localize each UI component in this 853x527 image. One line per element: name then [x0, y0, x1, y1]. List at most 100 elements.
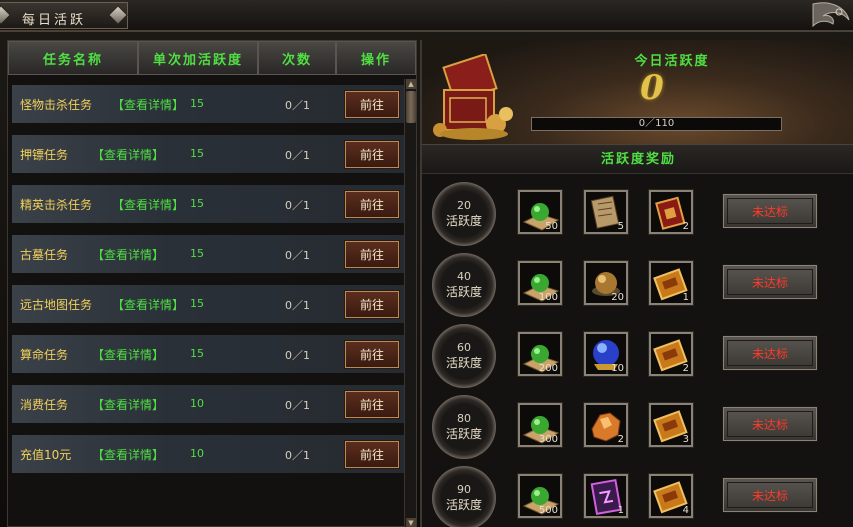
- item-quantity: 1: [682, 292, 689, 303]
- task-row: 怪物击杀任务 【查看详情】 15 0／1 前往: [12, 85, 404, 123]
- tier-label: 活跃度: [445, 214, 482, 228]
- fund-ticket-icon[interactable]: 4: [648, 473, 694, 519]
- fund-ticket-icon[interactable]: 2: [648, 331, 694, 377]
- view-details-link[interactable]: 【查看详情】: [112, 96, 184, 113]
- tier-threshold-badge: 60 活跃度: [432, 324, 496, 388]
- task-name: 充值10元: [20, 448, 72, 462]
- claim-status-text: 未达标: [751, 204, 788, 219]
- green-gem-bag-icon[interactable]: 300: [517, 402, 563, 448]
- item-quantity: 300: [538, 434, 558, 445]
- reward-tier: 80 活跃度 300 2 3 未达标: [422, 392, 853, 460]
- tier-points: 20: [457, 199, 471, 212]
- task-name: 精英击杀任务: [20, 198, 93, 212]
- claim-status-text: 未达标: [751, 275, 788, 290]
- task-count: 0／1: [285, 249, 310, 262]
- task-count: 0／1: [285, 349, 310, 362]
- task-row: 远古地图任务 【查看详情】 15 0／1 前往: [12, 285, 404, 323]
- view-details-link[interactable]: 【查看详情】: [92, 346, 164, 363]
- task-points: 15: [190, 347, 204, 360]
- tier-label: 活跃度: [445, 356, 482, 370]
- treasure-chest-icon: [433, 54, 513, 140]
- fund-ticket-icon[interactable]: 1: [648, 260, 694, 306]
- view-details-link[interactable]: 【查看详情】: [92, 246, 164, 263]
- purple-card-icon[interactable]: 1: [583, 473, 629, 519]
- task-name: 古墓任务: [20, 248, 69, 262]
- task-name: 消费任务: [20, 398, 69, 412]
- reward-tier: 40 活跃度 100 20 1 未达标: [422, 250, 853, 318]
- task-row: 押镖任务 【查看详情】 15 0／1 前往: [12, 135, 404, 173]
- claim-status-button[interactable]: 未达标: [722, 477, 818, 513]
- item-quantity: 20: [611, 292, 624, 303]
- activity-progress-bar: 0／110: [531, 117, 782, 131]
- task-row: 消费任务 【查看详情】 10 0／1 前往: [12, 385, 404, 423]
- tier-label: 活跃度: [445, 427, 482, 441]
- item-quantity: 500: [538, 505, 558, 516]
- reward-tier: 90 活跃度 500 1 4 未达标: [422, 463, 853, 527]
- task-row: 精英击杀任务 【查看详情】 15 0／1 前往: [12, 185, 404, 223]
- scroll-thumb[interactable]: [406, 91, 416, 123]
- claim-status-button[interactable]: 未达标: [722, 406, 818, 442]
- item-quantity: 10: [611, 363, 624, 374]
- view-details-link[interactable]: 【查看详情】: [112, 196, 184, 213]
- fund-ticket-icon[interactable]: 3: [648, 402, 694, 448]
- green-gem-bag-icon[interactable]: 50: [517, 189, 563, 235]
- scroll-up-arrow-icon[interactable]: ▲: [406, 79, 416, 89]
- title-bar: 每日活跃: [0, 0, 853, 32]
- task-table-header: 任务名称 单次加活跃度 次数 操作: [8, 41, 418, 75]
- daily-activity-window: 每日活跃 任务名称 单次加活跃度 次数 操作 怪物击杀任务 【查看详情】 15 0／1…: [0, 0, 853, 527]
- tier-label: 活跃度: [445, 285, 482, 299]
- task-points: 15: [190, 247, 204, 260]
- go-button[interactable]: 前往: [344, 190, 400, 219]
- window-title: 每日活跃: [22, 13, 87, 28]
- activity-panel: 今日活跃度 0 0／110 活跃度奖励 20 活跃度 50 5 2 未达标 40 活跃度 100…: [420, 40, 853, 527]
- tier-label: 活跃度: [445, 498, 482, 512]
- golden-orb-icon[interactable]: 20: [583, 260, 629, 306]
- task-panel: 任务名称 单次加活跃度 次数 操作 怪物击杀任务 【查看详情】 15 0／1 前往 押镖任…: [7, 40, 417, 527]
- go-button[interactable]: 前往: [344, 140, 400, 169]
- blue-orb-icon[interactable]: 10: [583, 331, 629, 377]
- claim-status-text: 未达标: [751, 346, 788, 361]
- item-quantity: 1: [617, 505, 624, 516]
- red-chest-icon[interactable]: 2: [648, 189, 694, 235]
- orange-ore-icon[interactable]: 2: [583, 402, 629, 448]
- task-count: 0／1: [285, 149, 310, 162]
- go-button[interactable]: 前往: [344, 90, 400, 119]
- today-activity-label: 今日活跃度: [634, 54, 710, 69]
- item-quantity: 200: [538, 363, 558, 374]
- task-points: 10: [190, 397, 204, 410]
- task-points: 15: [190, 147, 204, 160]
- rewards-title: 活跃度奖励: [422, 144, 853, 174]
- go-button[interactable]: 前往: [344, 390, 400, 419]
- tier-points: 60: [457, 341, 471, 354]
- go-button[interactable]: 前往: [344, 340, 400, 369]
- task-list-scrollbar[interactable]: ▲ ▼: [404, 79, 416, 527]
- scroll-book-icon[interactable]: 5: [583, 189, 629, 235]
- task-row: 算命任务 【查看详情】 15 0／1 前往: [12, 335, 404, 373]
- go-button[interactable]: 前往: [344, 290, 400, 319]
- claim-status-button[interactable]: 未达标: [722, 264, 818, 300]
- view-details-link[interactable]: 【查看详情】: [92, 146, 164, 163]
- view-details-link[interactable]: 【查看详情】: [112, 296, 184, 313]
- task-name: 怪物击杀任务: [20, 98, 93, 112]
- view-details-link[interactable]: 【查看详情】: [92, 446, 164, 463]
- go-button[interactable]: 前往: [344, 440, 400, 469]
- claim-status-button[interactable]: 未达标: [722, 335, 818, 371]
- view-details-link[interactable]: 【查看详情】: [92, 396, 164, 413]
- task-points: 15: [190, 197, 204, 210]
- scroll-down-arrow-icon[interactable]: ▼: [406, 518, 416, 527]
- green-gem-bag-icon[interactable]: 200: [517, 331, 563, 377]
- green-gem-bag-icon[interactable]: 500: [517, 473, 563, 519]
- go-button[interactable]: 前往: [344, 240, 400, 269]
- activity-progress-text: 0／110: [638, 118, 675, 129]
- task-name: 远古地图任务: [20, 298, 93, 312]
- item-quantity: 4: [682, 505, 689, 516]
- tier-threshold-badge: 90 活跃度: [432, 466, 496, 527]
- green-gem-bag-icon[interactable]: 100: [517, 260, 563, 306]
- task-row: 充值10元 【查看详情】 10 0／1 前往: [12, 435, 404, 473]
- header-action: 操作: [336, 41, 416, 75]
- claim-status-button[interactable]: 未达标: [722, 193, 818, 229]
- task-name: 算命任务: [20, 348, 69, 362]
- tier-threshold-badge: 40 活跃度: [432, 253, 496, 317]
- item-quantity: 100: [538, 292, 558, 303]
- header-points: 单次加活跃度: [138, 41, 258, 75]
